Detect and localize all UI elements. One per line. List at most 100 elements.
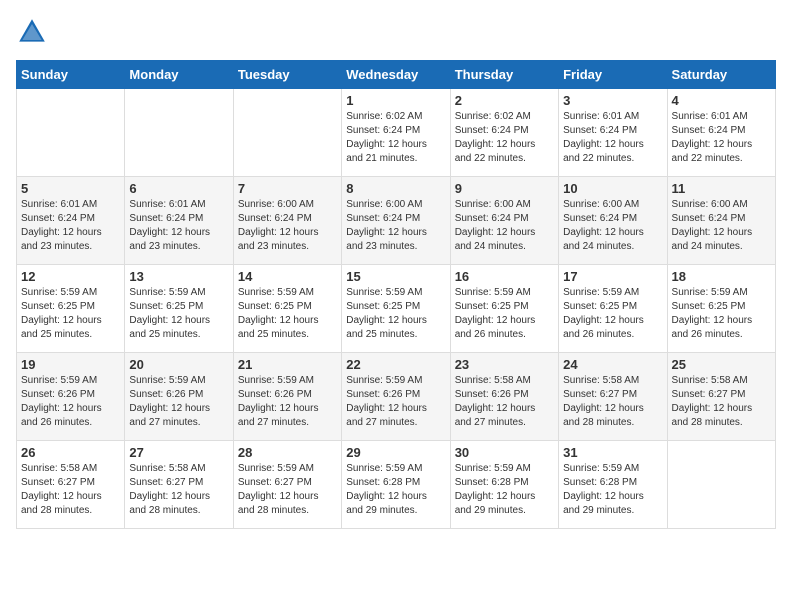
day-number: 24: [563, 357, 662, 372]
calendar-cell: 8 Sunrise: 6:00 AM Sunset: 6:24 PM Daylig…: [342, 177, 450, 265]
day-number: 23: [455, 357, 554, 372]
calendar-cell: 30 Sunrise: 5:59 AM Sunset: 6:28 PM Dayli…: [450, 441, 558, 529]
day-number: 1: [346, 93, 445, 108]
calendar-cell: 18 Sunrise: 5:59 AM Sunset: 6:25 PM Dayli…: [667, 265, 775, 353]
calendar-cell: 21 Sunrise: 5:59 AM Sunset: 6:26 PM Dayli…: [233, 353, 341, 441]
cell-info: Sunrise: 5:59 AM Sunset: 6:26 PM Dayligh…: [238, 374, 337, 430]
cell-info: Sunrise: 5:59 AM Sunset: 6:25 PM Dayligh…: [672, 286, 771, 342]
day-number: 11: [672, 181, 771, 196]
cell-info: Sunrise: 5:59 AM Sunset: 6:25 PM Dayligh…: [346, 286, 445, 342]
cell-info: Sunrise: 6:00 AM Sunset: 6:24 PM Dayligh…: [563, 198, 662, 254]
calendar-cell: 3Sunrise: 6:01 AM Sunset: 6:24 PM Daylig…: [559, 89, 667, 177]
logo: [16, 16, 52, 48]
day-number: 8: [346, 181, 445, 196]
day-number: 17: [563, 269, 662, 284]
calendar-cell: [233, 89, 341, 177]
calendar-table: SundayMondayTuesdayWednesdayThursdayFrid…: [16, 60, 776, 529]
cell-info: Sunrise: 6:01 AM Sunset: 6:24 PM Dayligh…: [129, 198, 228, 254]
day-number: 13: [129, 269, 228, 284]
calendar-cell: 6 Sunrise: 6:01 AM Sunset: 6:24 PM Daylig…: [125, 177, 233, 265]
cell-info: Sunrise: 5:58 AM Sunset: 6:27 PM Dayligh…: [129, 462, 228, 518]
calendar-cell: 1 Sunrise: 6:02 AM Sunset: 6:24 PM Daylig…: [342, 89, 450, 177]
cell-info: Sunrise: 5:59 AM Sunset: 6:28 PM Dayligh…: [346, 462, 445, 518]
week-row-5: 26 Sunrise: 5:58 AM Sunset: 6:27 PM Dayli…: [17, 441, 776, 529]
cell-info: Sunrise: 5:59 AM Sunset: 6:26 PM Dayligh…: [346, 374, 445, 430]
day-number: 20: [129, 357, 228, 372]
day-number: 6: [129, 181, 228, 196]
cell-info: Sunrise: 6:00 AM Sunset: 6:24 PM Dayligh…: [672, 198, 771, 254]
cell-info: Sunrise: 5:58 AM Sunset: 6:26 PM Dayligh…: [455, 374, 554, 430]
calendar-cell: 2Sunrise: 6:02 AM Sunset: 6:24 PM Daylig…: [450, 89, 558, 177]
calendar-cell: [17, 89, 125, 177]
calendar-cell: 16 Sunrise: 5:59 AM Sunset: 6:25 PM Dayli…: [450, 265, 558, 353]
day-number: 16: [455, 269, 554, 284]
cell-info: Sunrise: 5:59 AM Sunset: 6:26 PM Dayligh…: [129, 374, 228, 430]
cell-info: Sunrise: 5:59 AM Sunset: 6:28 PM Dayligh…: [455, 462, 554, 518]
header-day-saturday: Saturday: [667, 61, 775, 89]
calendar-cell: 26 Sunrise: 5:58 AM Sunset: 6:27 PM Dayli…: [17, 441, 125, 529]
calendar-cell: 28 Sunrise: 5:59 AM Sunset: 6:27 PM Dayli…: [233, 441, 341, 529]
calendar-cell: 31 Sunrise: 5:59 AM Sunset: 6:28 PM Dayli…: [559, 441, 667, 529]
day-number: 14: [238, 269, 337, 284]
header: [16, 16, 776, 48]
cell-info: Sunrise: 5:58 AM Sunset: 6:27 PM Dayligh…: [563, 374, 662, 430]
day-number: 31: [563, 445, 662, 460]
day-number: 22: [346, 357, 445, 372]
calendar-cell: 14 Sunrise: 5:59 AM Sunset: 6:25 PM Dayli…: [233, 265, 341, 353]
day-number: 27: [129, 445, 228, 460]
day-number: 15: [346, 269, 445, 284]
cell-info: Sunrise: 5:58 AM Sunset: 6:27 PM Dayligh…: [21, 462, 120, 518]
cell-info: Sunrise: 6:01 AM Sunset: 6:24 PM Dayligh…: [563, 110, 662, 166]
cell-info: Sunrise: 5:59 AM Sunset: 6:25 PM Dayligh…: [563, 286, 662, 342]
cell-info: Sunrise: 5:59 AM Sunset: 6:25 PM Dayligh…: [455, 286, 554, 342]
day-number: 19: [21, 357, 120, 372]
calendar-cell: 23 Sunrise: 5:58 AM Sunset: 6:26 PM Dayli…: [450, 353, 558, 441]
cell-info: Sunrise: 5:59 AM Sunset: 6:25 PM Dayligh…: [129, 286, 228, 342]
calendar-cell: 11 Sunrise: 6:00 AM Sunset: 6:24 PM Dayli…: [667, 177, 775, 265]
day-number: 21: [238, 357, 337, 372]
cell-info: Sunrise: 6:00 AM Sunset: 6:24 PM Dayligh…: [346, 198, 445, 254]
calendar-cell: 13 Sunrise: 5:59 AM Sunset: 6:25 PM Dayli…: [125, 265, 233, 353]
day-number: 30: [455, 445, 554, 460]
header-day-friday: Friday: [559, 61, 667, 89]
cell-info: Sunrise: 6:00 AM Sunset: 6:24 PM Dayligh…: [455, 198, 554, 254]
cell-info: Sunrise: 6:01 AM Sunset: 6:24 PM Dayligh…: [672, 110, 771, 166]
cell-info: Sunrise: 5:59 AM Sunset: 6:27 PM Dayligh…: [238, 462, 337, 518]
calendar-cell: [125, 89, 233, 177]
calendar-cell: 9 Sunrise: 6:00 AM Sunset: 6:24 PM Daylig…: [450, 177, 558, 265]
calendar-cell: 12 Sunrise: 5:59 AM Sunset: 6:25 PM Dayli…: [17, 265, 125, 353]
cell-info: Sunrise: 6:02 AM Sunset: 6:24 PM Dayligh…: [455, 110, 554, 166]
calendar-cell: 4Sunrise: 6:01 AM Sunset: 6:24 PM Daylig…: [667, 89, 775, 177]
week-row-1: 1 Sunrise: 6:02 AM Sunset: 6:24 PM Daylig…: [17, 89, 776, 177]
day-number: 7: [238, 181, 337, 196]
day-number: 9: [455, 181, 554, 196]
cell-info: Sunrise: 5:59 AM Sunset: 6:25 PM Dayligh…: [21, 286, 120, 342]
logo-icon: [16, 16, 48, 48]
header-day-monday: Monday: [125, 61, 233, 89]
calendar-header: SundayMondayTuesdayWednesdayThursdayFrid…: [17, 61, 776, 89]
calendar-cell: 19 Sunrise: 5:59 AM Sunset: 6:26 PM Dayli…: [17, 353, 125, 441]
header-row: SundayMondayTuesdayWednesdayThursdayFrid…: [17, 61, 776, 89]
header-day-wednesday: Wednesday: [342, 61, 450, 89]
day-number: 26: [21, 445, 120, 460]
cell-info: Sunrise: 5:59 AM Sunset: 6:25 PM Dayligh…: [238, 286, 337, 342]
cell-info: Sunrise: 5:59 AM Sunset: 6:28 PM Dayligh…: [563, 462, 662, 518]
day-number: 12: [21, 269, 120, 284]
calendar-cell: 20 Sunrise: 5:59 AM Sunset: 6:26 PM Dayli…: [125, 353, 233, 441]
day-number: 28: [238, 445, 337, 460]
day-number: 29: [346, 445, 445, 460]
calendar-cell: 25 Sunrise: 5:58 AM Sunset: 6:27 PM Dayli…: [667, 353, 775, 441]
calendar-cell: 15 Sunrise: 5:59 AM Sunset: 6:25 PM Dayli…: [342, 265, 450, 353]
cell-info: Sunrise: 5:59 AM Sunset: 6:26 PM Dayligh…: [21, 374, 120, 430]
calendar-cell: 22 Sunrise: 5:59 AM Sunset: 6:26 PM Dayli…: [342, 353, 450, 441]
calendar-cell: 10Sunrise: 6:00 AM Sunset: 6:24 PM Dayli…: [559, 177, 667, 265]
day-number: 18: [672, 269, 771, 284]
cell-info: Sunrise: 5:58 AM Sunset: 6:27 PM Dayligh…: [672, 374, 771, 430]
header-day-sunday: Sunday: [17, 61, 125, 89]
cell-info: Sunrise: 6:01 AM Sunset: 6:24 PM Dayligh…: [21, 198, 120, 254]
calendar-cell: 5 Sunrise: 6:01 AM Sunset: 6:24 PM Daylig…: [17, 177, 125, 265]
cell-info: Sunrise: 6:00 AM Sunset: 6:24 PM Dayligh…: [238, 198, 337, 254]
day-number: 5: [21, 181, 120, 196]
cell-info: Sunrise: 6:02 AM Sunset: 6:24 PM Dayligh…: [346, 110, 445, 166]
day-number: 25: [672, 357, 771, 372]
